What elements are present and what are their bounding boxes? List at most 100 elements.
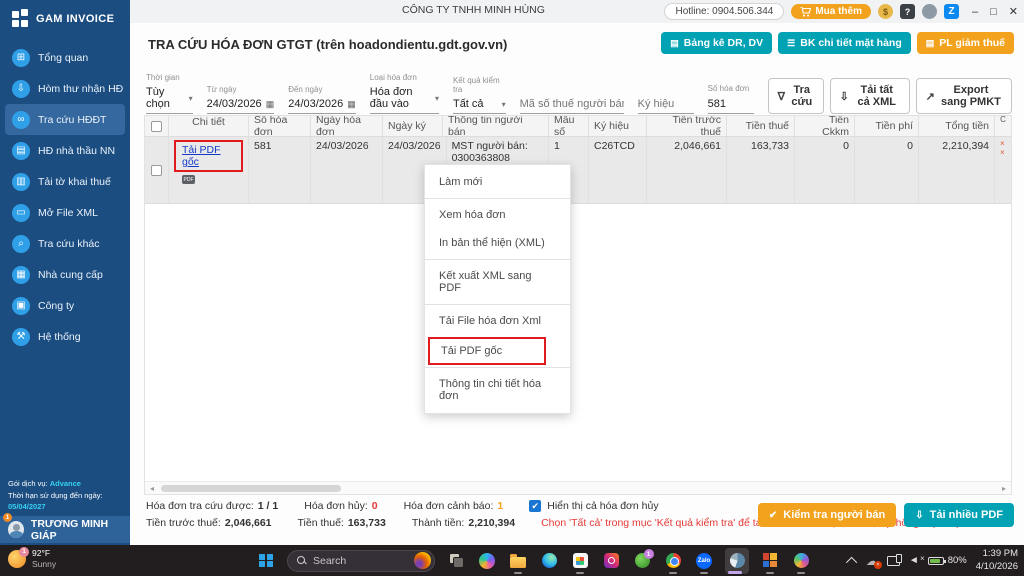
taskbar-search[interactable]: Search [287,549,435,572]
invoice-no-input[interactable] [707,95,754,114]
sidebar-item-hd-nha-thau[interactable]: ▤ HĐ nhà thầu NN [0,135,130,166]
from-date-input[interactable]: 24/03/2026 ▦ [206,96,275,114]
copilot-button[interactable] [477,548,497,574]
link-lookup-icon: ∞ [12,110,30,129]
gam-invoice-app-button[interactable] [725,547,749,574]
search-button[interactable]: ∇ Tra cứu [767,78,824,114]
battery-indicator[interactable]: 80% [927,555,967,566]
scrollbar-thumb[interactable] [161,484,341,492]
sidebar-item-mo-file-xml[interactable]: ▭ Mở File XML [0,197,130,228]
time-filter-select[interactable]: Tùy chọn ▾ [146,84,193,114]
bang-ke-dr-dv-button[interactable]: ▤ Bảng kê DR, DV [661,32,773,54]
menu-item-tai-file-xml[interactable]: Tải File hóa đơn Xml [425,307,570,335]
download-multi-pdf-button[interactable]: ⇩ Tải nhiều PDF [904,503,1014,527]
task-view-button[interactable] [446,548,466,574]
tools-icon: ⚒ [12,327,30,346]
instagram-button[interactable] [601,548,621,574]
support-agent-icon[interactable] [922,4,937,19]
sidebar-item-he-thong[interactable]: ⚒ Hệ thống [0,321,130,352]
sidebar-item-tong-quan[interactable]: ⊞ Tổng quan [0,42,130,73]
export-pmkt-button[interactable]: ↗ Export sang PMKT [915,78,1012,114]
zalo-icon[interactable]: Z [944,4,959,19]
paint-app-button[interactable] [791,548,811,574]
row-checkbox[interactable] [151,164,162,176]
table-row[interactable]: Tải PDF gốc 581 24/03/2026 24/03/2026 MS… [145,137,1011,204]
zalo-button[interactable]: Zalo [694,548,714,574]
download-pdf-link[interactable]: Tải PDF gốc [174,140,243,172]
edge-icon [541,553,557,568]
calendar-icon[interactable]: ▦ [347,99,356,110]
cell-tax: 163,733 [727,137,795,203]
to-date-label: Đến ngày [288,85,323,94]
start-button[interactable] [256,548,276,574]
time: 1:39 PM [982,548,1018,560]
clock[interactable]: 1:39 PM 4/10/2026 [976,548,1018,573]
file-explorer-button[interactable] [508,548,528,574]
menu-item-thong-tin-chi-tiet[interactable]: Thông tin chi tiết hóa đơn [425,370,570,410]
menu-item-ket-xuat-xml[interactable]: Kết xuất XML sang PDF [425,262,570,302]
pdf-file-icon[interactable] [182,175,195,184]
store-button[interactable] [570,548,590,574]
xbox-icon: 1 [634,549,654,568]
warning-count: Hóa đơn cảnh báo: 1 [403,500,504,512]
check-seller-button[interactable]: ✔ Kiểm tra người bán [757,503,897,527]
show-cancelled-checkbox[interactable]: ✔ Hiển thị cả hóa đơn hủy [529,500,659,512]
rewards-icon[interactable]: $ [878,4,893,19]
report-icon: ▤ [670,37,679,48]
invoice-type-select[interactable]: Hóa đơn đầu vào ▾ [369,84,439,114]
menu-item-tai-pdf-goc[interactable]: Tải PDF gốc [428,337,546,365]
tray-expand-icon[interactable] [845,556,858,568]
scroll-left-icon[interactable]: ◂ [145,484,159,493]
scroll-right-icon[interactable]: ▸ [997,484,1011,493]
menu-item-lam-moi[interactable]: Làm mới [425,168,570,196]
select-all-checkbox[interactable] [151,120,162,132]
firefox-icon[interactable] [414,552,431,569]
volume-muted-icon[interactable]: ◄ [909,554,925,566]
weather-widget[interactable]: 1 92°F Sunny [8,546,56,569]
seller-tax-code-input[interactable] [519,95,624,114]
menu-separator [425,367,570,368]
sidebar-item-nha-cung-cap[interactable]: ▦ Nhà cung cấp [0,259,130,290]
tiles-app-button[interactable] [760,548,780,574]
menu-item-xem-hoa-don[interactable]: Xem hóa đơn [425,201,570,229]
sidebar-item-tra-cuu-hddt[interactable]: ∞ Tra cứu HĐĐT [5,104,125,135]
check-result-select[interactable]: Tất cả ▾ [452,96,506,114]
download-icon: ⇩ [915,509,924,521]
cell-invoice-no: 581 [249,137,311,203]
buy-more-button[interactable]: Mua thêm [791,4,871,19]
to-date-input[interactable]: 24/03/2026 ▦ [288,96,356,114]
sidebar-item-hom-thu[interactable]: ⇩ Hòm thư nhận HĐ [0,73,130,104]
serial-input[interactable] [637,95,694,114]
user-account-bar[interactable]: 1 TRƯƠNG MINH GIÁP [0,513,130,543]
supplier-card-icon: ▦ [12,265,30,284]
help-chat-icon[interactable]: ? [900,4,915,19]
bk-chi-tiet-button[interactable]: ☰ BK chi tiết mặt hàng [778,32,911,54]
onedrive-button[interactable]: ☁ × [866,554,882,569]
maximize-button[interactable]: □ [990,6,997,18]
close-button[interactable]: ✕ [1009,5,1018,18]
minimize-button[interactable]: – [972,6,978,18]
checkbox-checked-icon[interactable]: ✔ [529,500,542,512]
sidebar-item-tai-to-khai[interactable]: ▥ Tải tờ khai thuế [0,166,130,197]
cell-fee: 0 [855,137,919,203]
chrome-button[interactable] [663,548,683,574]
download-all-xml-button[interactable]: ⇩ Tải tất cả XML [829,78,910,114]
found-count: Hóa đơn tra cứu được: 1 / 1 [146,500,279,512]
instagram-icon [603,553,619,568]
sidebar-item-cong-ty[interactable]: ▣ Công ty [0,290,130,321]
pl-giam-thue-button[interactable]: ▤ PL giảm thuế [916,32,1014,54]
xbox-button[interactable]: 1 [632,548,654,574]
sum-total: Thành tiền: 2,210,394 [411,517,516,529]
calendar-icon[interactable]: ▦ [266,99,275,110]
cast-device-icon[interactable] [886,553,902,566]
edge-button[interactable] [539,548,559,574]
cart-icon [800,6,812,17]
menu-item-in-ban-the-hien[interactable]: In bản thể hiện (XML) [425,229,570,257]
list-icon: ☰ [787,37,796,48]
cell-total: 2,210,394 [919,137,995,203]
horizontal-scrollbar[interactable]: ◂ ▸ [145,481,1011,494]
table-header: Chi tiết Số hóa đơn Ngày hóa đơn Ngày ký… [145,116,1011,138]
app-window: GAM INVOICE ⊞ Tổng quan ⇩ Hòm thư nhận HĐ … [0,0,1024,576]
sidebar-item-tra-cuu-khac[interactable]: ⌕ Tra cứu khác [0,228,130,259]
copy-document-icon: ▥ [12,172,30,191]
